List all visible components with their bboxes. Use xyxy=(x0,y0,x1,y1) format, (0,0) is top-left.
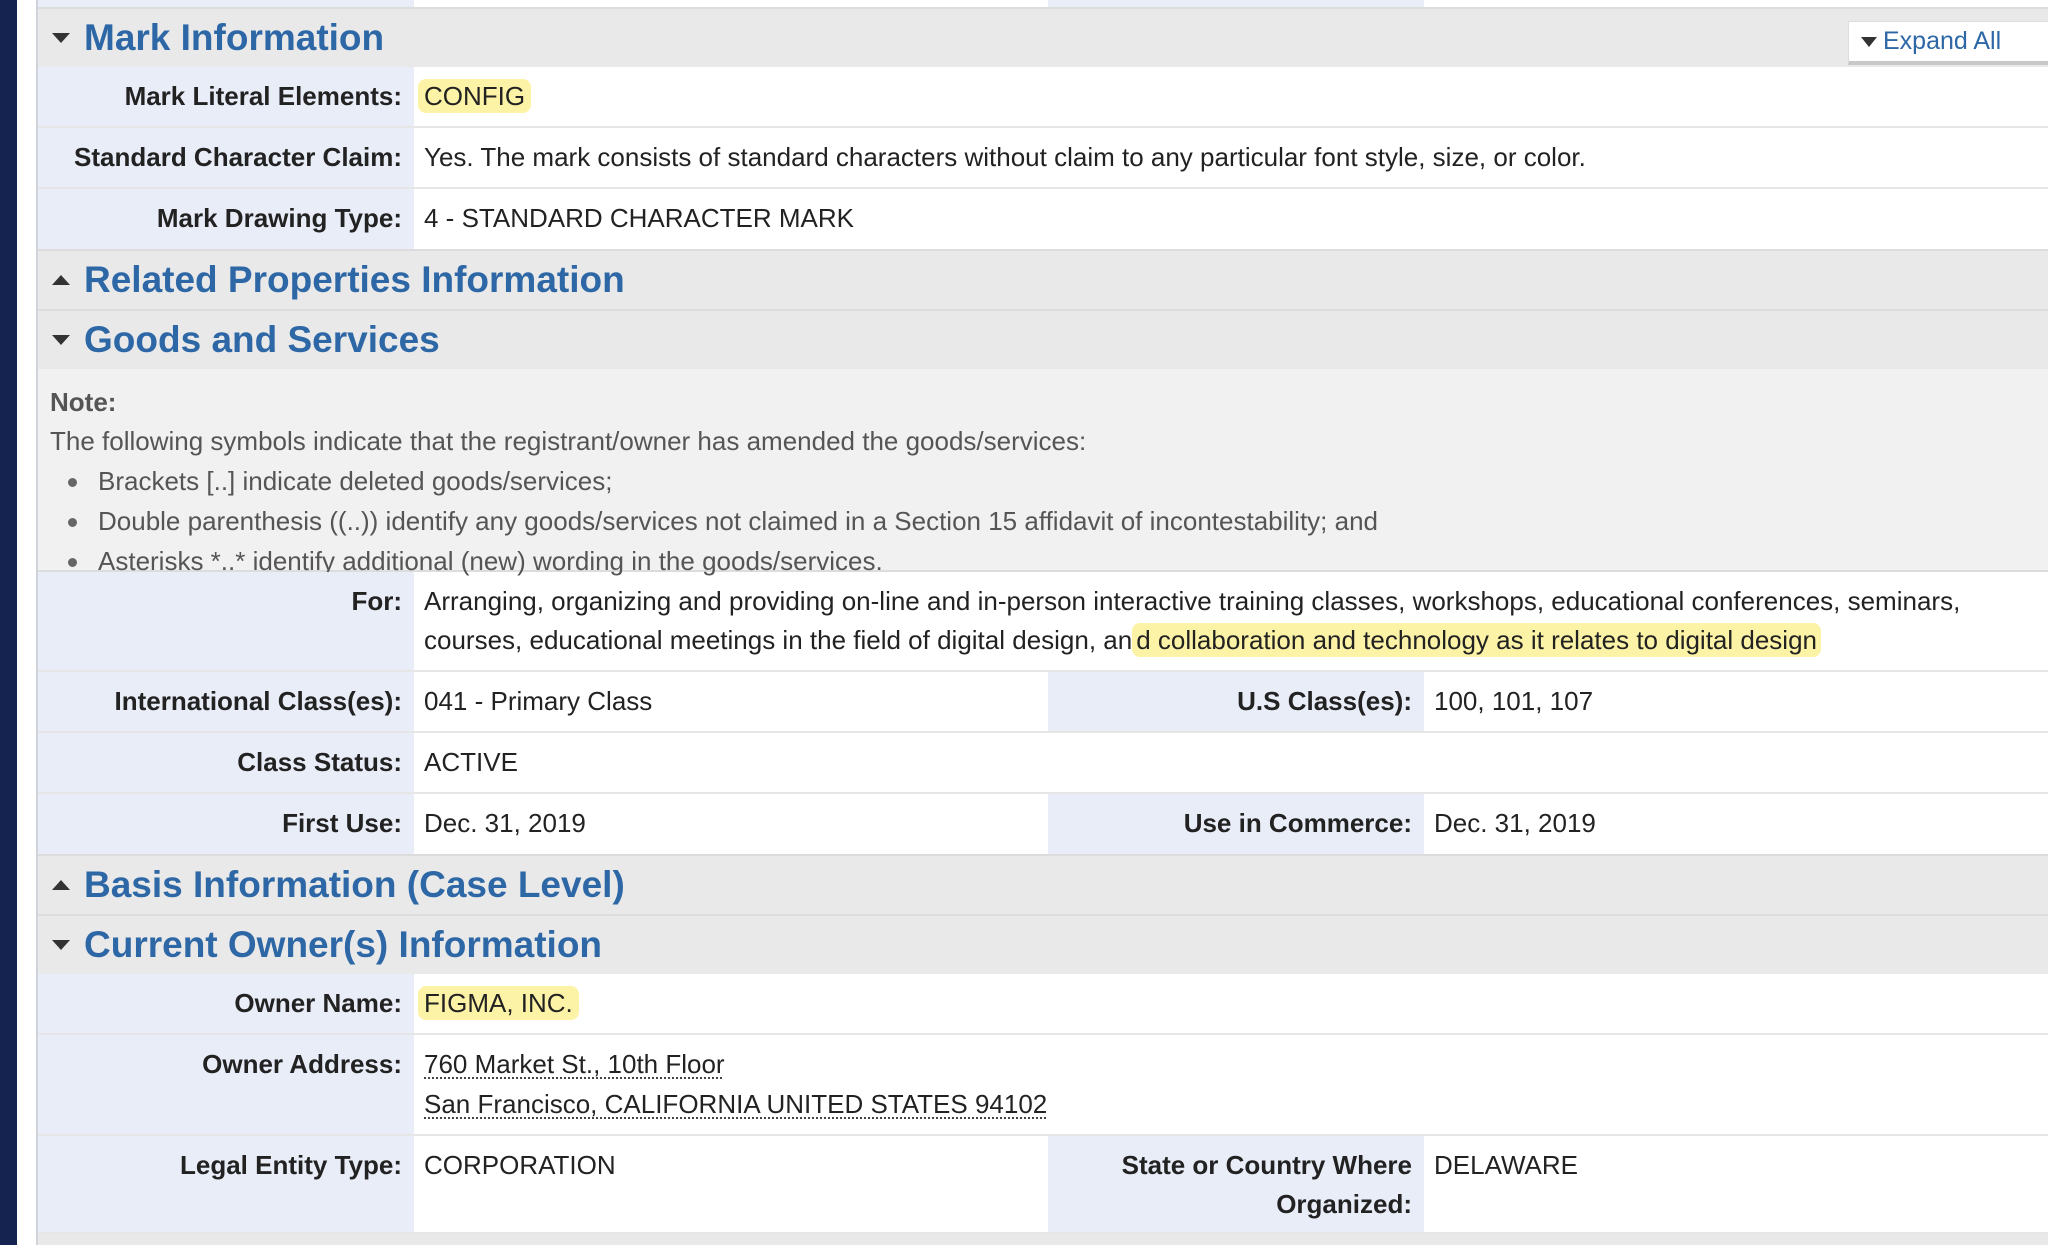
owner-address-line[interactable]: 760 Market St., 10th Floor xyxy=(424,1049,725,1080)
row-class-status: Class Status: ACTIVE xyxy=(38,733,2048,794)
note-bullet: Double parenthesis ((..)) identify any g… xyxy=(68,506,1378,537)
section-header-current-owners[interactable]: Current Owner(s) Information xyxy=(38,914,2048,974)
field-label: Use in Commerce: xyxy=(1048,794,1424,854)
highlighted-text: CONFIG xyxy=(418,79,532,113)
note-intro: The following symbols indicate that the … xyxy=(50,426,1087,456)
section-title: Mark Information xyxy=(84,17,385,58)
field-label: Class Status: xyxy=(38,733,414,792)
section-header-basis-information[interactable]: Basis Information (Case Level) xyxy=(38,854,2048,914)
expand-all-label: Expand All xyxy=(1883,27,2002,55)
page-gutter xyxy=(17,0,38,1245)
expand-triangle-icon xyxy=(1861,36,1877,47)
expand-triangle-icon xyxy=(52,880,70,890)
section-header-related-properties[interactable]: Related Properties Information xyxy=(38,249,2048,309)
trademark-record: Mark Information Expand All Mark Literal… xyxy=(38,0,2048,1245)
row-for: For: Arranging, organizing and providing… xyxy=(38,572,2048,672)
expand-all-button[interactable]: Expand All xyxy=(1848,21,2048,65)
row-mark-drawing-type: Mark Drawing Type: 4 - STANDARD CHARACTE… xyxy=(38,189,2048,249)
field-value: Arranging, organizing and providing on-l… xyxy=(424,586,1961,657)
note-title: Note: xyxy=(50,387,117,417)
expand-triangle-icon xyxy=(52,275,70,285)
highlighted-text: d collaboration and technology as it rel… xyxy=(1132,623,1822,657)
row-first-use: First Use: Dec. 31, 2019 Use in Commerce… xyxy=(38,794,2048,854)
field-value: ACTIVE xyxy=(424,747,518,777)
row-mark-literal-elements: Mark Literal Elements: CONFIG xyxy=(38,67,2048,128)
field-label: Legal Entity Type: xyxy=(38,1136,414,1232)
row-classes: International Class(es): 041 - Primary C… xyxy=(38,672,2048,733)
field-label: U.S Class(es): xyxy=(1048,672,1424,731)
section-title: Related Properties Information xyxy=(84,259,625,300)
collapse-triangle-icon xyxy=(52,33,70,43)
section-title: Goods and Services xyxy=(84,319,440,360)
field-value: Yes. The mark consists of standard chara… xyxy=(424,142,1586,172)
row-owner-address: Owner Address: 760 Market St., 10th Floo… xyxy=(38,1035,2048,1136)
next-section-edge xyxy=(38,1234,2048,1245)
field-value: 760 Market St., 10th Floor San Francisco… xyxy=(414,1035,2048,1134)
row-standard-character-claim: Standard Character Claim: Yes. The mark … xyxy=(38,128,2048,189)
field-label: State or Country Where Organized: xyxy=(1048,1136,1424,1232)
field-value: Dec. 31, 2019 xyxy=(424,808,586,838)
field-value: 100, 101, 107 xyxy=(1434,686,1594,716)
owner-address-line[interactable]: San Francisco, CALIFORNIA UNITED STATES … xyxy=(424,1089,1047,1120)
field-value: CORPORATION xyxy=(424,1150,616,1180)
field-label: First Use: xyxy=(38,794,414,854)
field-label: Mark Drawing Type: xyxy=(38,189,414,249)
field-label: International Class(es): xyxy=(38,672,414,731)
section-header-goods-and-services[interactable]: Goods and Services xyxy=(38,309,2048,369)
field-value: Dec. 31, 2019 xyxy=(1434,808,1596,838)
field-label: Owner Address: xyxy=(38,1035,414,1134)
row-legal-entity: Legal Entity Type: CORPORATION State or … xyxy=(38,1136,2048,1234)
field-value: FIGMA, INC. xyxy=(414,974,2048,1033)
field-label: Mark Literal Elements: xyxy=(38,67,414,126)
section-header-mark-information[interactable]: Mark Information Expand All xyxy=(38,7,2048,67)
window-left-edge xyxy=(0,0,17,1245)
goods-services-note: Note: The following symbols indicate tha… xyxy=(38,369,2048,576)
field-value: 041 - Primary Class xyxy=(424,686,653,716)
note-bullet: Brackets [..] indicate deleted goods/ser… xyxy=(68,466,613,497)
previous-row-remnant xyxy=(38,0,2048,7)
section-title: Basis Information (Case Level) xyxy=(84,864,625,905)
field-label: Standard Character Claim: xyxy=(38,128,414,187)
field-value: DELAWARE xyxy=(1434,1150,1578,1180)
section-title: Current Owner(s) Information xyxy=(84,924,603,965)
collapse-triangle-icon xyxy=(52,940,70,950)
collapse-triangle-icon xyxy=(52,335,70,345)
row-owner-name: Owner Name: FIGMA, INC. xyxy=(38,974,2048,1035)
field-value: CONFIG xyxy=(414,67,2048,126)
field-value: 4 - STANDARD CHARACTER MARK xyxy=(424,203,855,233)
field-label: Owner Name: xyxy=(38,974,414,1033)
field-label: For: xyxy=(38,572,414,670)
highlighted-text: FIGMA, INC. xyxy=(418,986,579,1020)
